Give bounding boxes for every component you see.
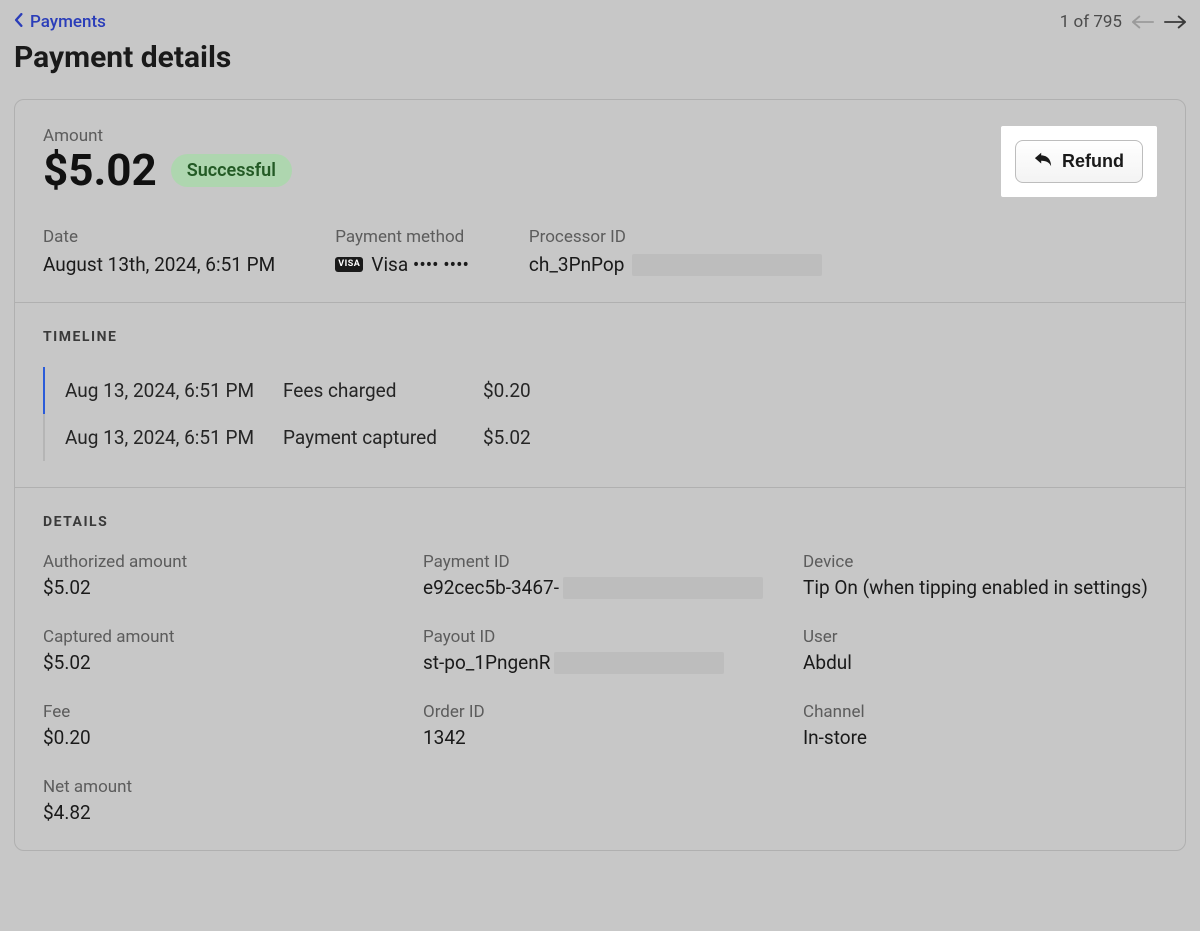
detail-label: Captured amount [43,627,423,647]
detail-value: $5.02 [43,576,423,599]
meta-processor-value: ch_3PnPop [529,253,823,276]
page-title: Payment details [14,40,1186,75]
meta-processor: Processor ID ch_3PnPop [529,227,823,276]
detail-net-amount: Net amount $4.82 [43,777,423,824]
redacted-block [554,652,724,674]
detail-label: Device [803,552,1157,572]
pager-next-button[interactable] [1164,15,1186,29]
details-heading: DETAILS [43,514,1157,530]
meta-method: Payment method VISA Visa •••• •••• [335,227,469,276]
detail-order-id: Order ID 1342 [423,702,803,749]
timeline-heading: TIMELINE [43,329,1157,345]
detail-authorized-amount: Authorized amount $5.02 [43,552,423,599]
payment-card: Amount $5.02 Successful Refund [14,99,1186,851]
detail-label: Payment ID [423,552,803,572]
pager-prev-button[interactable] [1132,15,1154,29]
meta-date-label: Date [43,227,275,247]
timeline-ts: Aug 13, 2024, 6:51 PM [65,426,283,449]
refund-button[interactable]: Refund [1015,140,1143,183]
amount-section: Amount $5.02 Successful Refund [15,100,1185,303]
detail-value: $4.82 [43,801,423,824]
timeline-ts: Aug 13, 2024, 6:51 PM [65,379,283,402]
meta-method-value: VISA Visa •••• •••• [335,253,469,276]
back-to-payments-link[interactable]: Payments [14,12,106,32]
refund-highlight: Refund [1001,126,1157,197]
reply-arrow-icon [1034,151,1052,172]
detail-value: Tip On (when tipping enabled in settings… [803,576,1157,599]
detail-value-text: e92cec5b-3467- [423,576,559,599]
meta-method-text: Visa •••• •••• [371,253,469,276]
detail-captured-amount: Captured amount $5.02 [43,627,423,674]
detail-label: Net amount [43,777,423,797]
timeline-amount: $0.20 [483,379,603,402]
detail-label: Fee [43,702,423,722]
detail-value: Abdul [803,651,1157,674]
detail-label: Channel [803,702,1157,722]
timeline-event: Payment captured [283,426,483,449]
timeline-section: TIMELINE Aug 13, 2024, 6:51 PM Fees char… [15,303,1185,488]
detail-label: Order ID [423,702,803,722]
meta-processor-label: Processor ID [529,227,823,247]
detail-value: $0.20 [43,726,423,749]
meta-method-label: Payment method [335,227,469,247]
processor-id-text: ch_3PnPop [529,253,625,276]
status-badge: Successful [171,154,292,187]
meta-date-value: August 13th, 2024, 6:51 PM [43,253,275,276]
back-link-label: Payments [30,12,106,32]
topbar: Payments 1 of 795 [14,12,1186,32]
detail-value: In-store [803,726,1157,749]
redacted-block [632,254,822,276]
timeline-event: Fees charged [283,379,483,402]
detail-label: Authorized amount [43,552,423,572]
detail-channel: Channel In-store [803,702,1157,749]
details-section: DETAILS Authorized amount $5.02 Payment … [15,488,1185,850]
detail-label: User [803,627,1157,647]
meta-date: Date August 13th, 2024, 6:51 PM [43,227,275,276]
timeline-amount: $5.02 [483,426,603,449]
detail-value: e92cec5b-3467- [423,576,803,599]
detail-value: st-po_1PngenR [423,651,803,674]
detail-payout-id: Payout ID st-po_1PngenR [423,627,803,674]
visa-icon: VISA [335,257,363,272]
detail-payment-id: Payment ID e92cec5b-3467- [423,552,803,599]
detail-value: $5.02 [43,651,423,674]
amount-value: $5.02 [43,146,157,194]
timeline: Aug 13, 2024, 6:51 PM Fees charged $0.20… [43,367,1157,461]
timeline-row: Aug 13, 2024, 6:51 PM Fees charged $0.20 [45,367,1157,414]
detail-label: Payout ID [423,627,803,647]
refund-button-label: Refund [1062,151,1124,172]
detail-value-text: st-po_1PngenR [423,651,550,674]
pager: 1 of 795 [1060,12,1186,32]
chevron-left-icon [14,12,24,32]
pager-count: 1 of 795 [1060,12,1122,32]
detail-user: User Abdul [803,627,1157,674]
timeline-row: Aug 13, 2024, 6:51 PM Payment captured $… [43,414,1157,461]
redacted-block [563,577,763,599]
detail-device: Device Tip On (when tipping enabled in s… [803,552,1157,599]
detail-fee: Fee $0.20 [43,702,423,749]
amount-label: Amount [43,126,292,146]
detail-value: 1342 [423,726,803,749]
